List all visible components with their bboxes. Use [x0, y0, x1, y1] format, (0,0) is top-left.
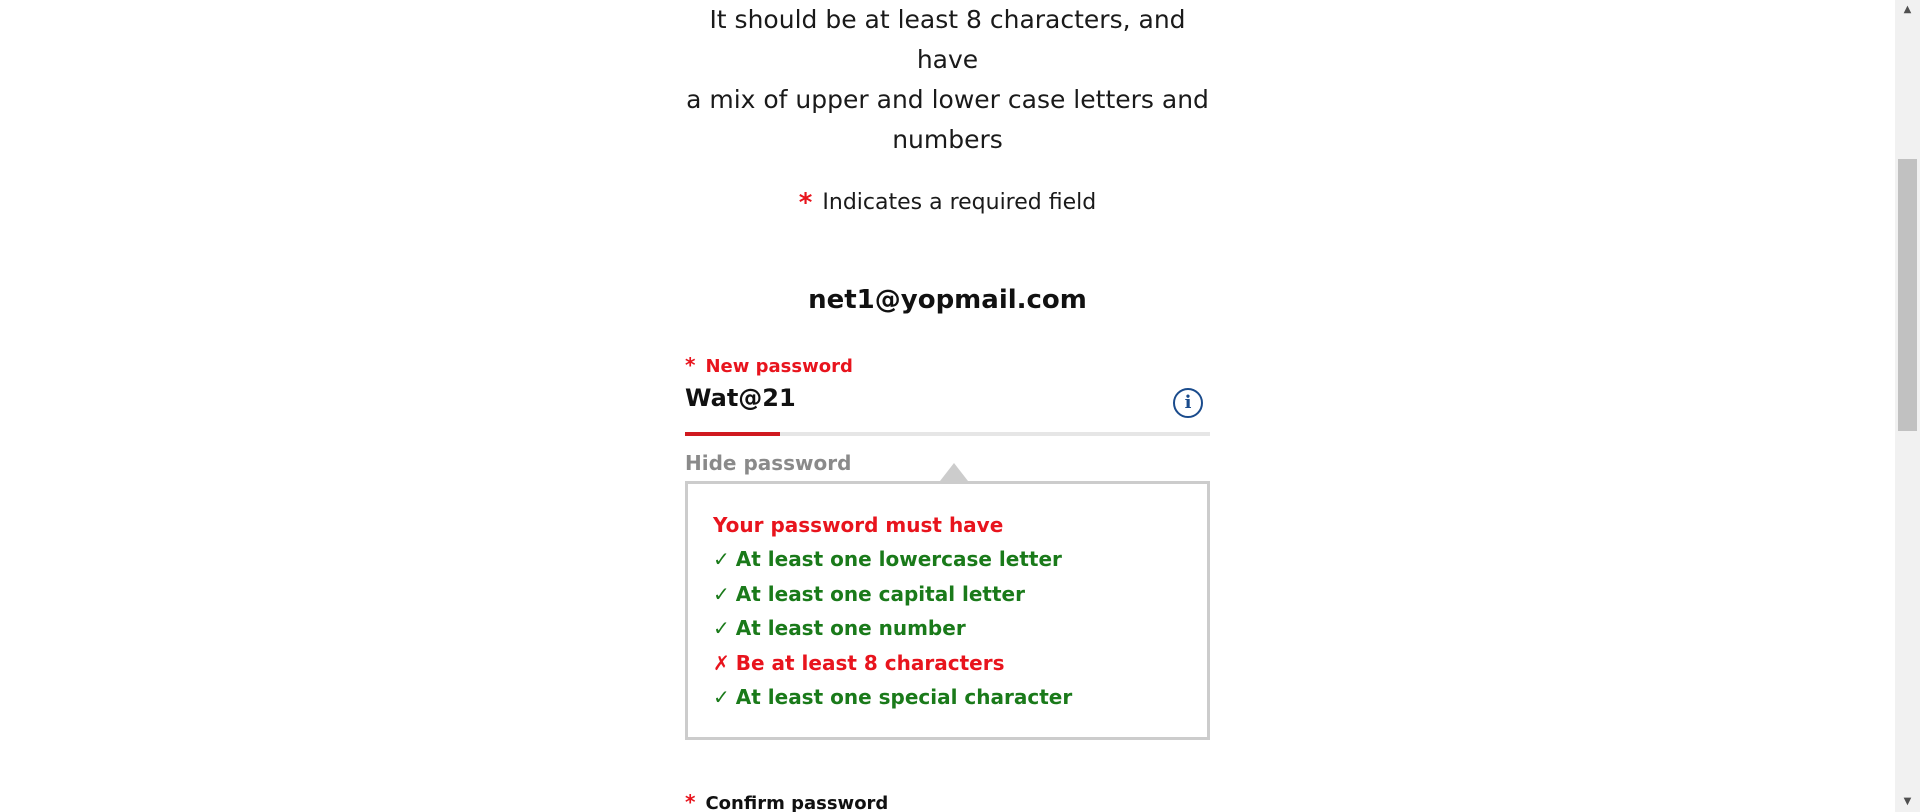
instructions-line-2: a mix of upper and lower case letters an… [686, 85, 1209, 114]
account-email: net1@yopmail.com [808, 285, 1087, 315]
rule-text: At least one special character [735, 685, 1073, 709]
check-icon: ✓ [713, 685, 730, 709]
check-icon: ✓ [713, 581, 730, 606]
rules-title: Your password must have [713, 513, 1004, 537]
rule-text: At least one number [735, 616, 966, 640]
new-password-label: * New password [685, 353, 853, 377]
password-strength-bar [685, 432, 780, 436]
required-asterisk: * [685, 353, 696, 377]
scroll-down-arrow-icon[interactable]: ▼ [1895, 792, 1920, 812]
required-asterisk: * [685, 790, 696, 812]
rule-text: Be at least 8 characters [735, 650, 1005, 675]
password-strength-track [685, 432, 1210, 436]
rule-item: ✓ At least one lowercase letter [713, 542, 1207, 577]
vertical-scrollbar[interactable]: ▲ ▼ [1895, 0, 1920, 812]
password-rules-popover: Your password must have ✓ At least one lo… [685, 481, 1210, 740]
tooltip-caret [940, 463, 968, 481]
instructions-line-3: numbers [892, 125, 1003, 154]
required-asterisk: * [798, 188, 813, 218]
rule-text: At least one capital letter [735, 581, 1025, 606]
info-icon[interactable]: i [1173, 388, 1203, 418]
cross-icon: ✗ [713, 650, 730, 675]
password-instructions: It should be at least 8 characters, and … [685, 0, 1210, 160]
rule-item: ✓ At least one special character [713, 680, 1207, 715]
required-note-text: Indicates a required field [822, 190, 1097, 215]
confirm-password-label: * Confirm password [685, 790, 888, 812]
scrollbar-thumb[interactable] [1898, 159, 1917, 431]
new-password-label-text: New password [705, 356, 853, 377]
rules-list: ✓ At least one lowercase letter ✓ At least … [713, 542, 1207, 715]
rule-text: At least one lowercase letter [735, 547, 1062, 571]
rule-item: ✓ At least one capital letter [713, 577, 1207, 612]
rule-item: ✗ Be at least 8 characters [713, 646, 1207, 681]
confirm-password-label-text: Confirm password [705, 793, 889, 812]
page: It should be at least 8 characters, and … [0, 0, 1920, 812]
required-field-note: * Indicates a required field [685, 188, 1210, 218]
new-password-input[interactable]: Wat@21 [685, 384, 796, 412]
check-icon: ✓ [713, 616, 730, 640]
rule-item: ✓ At least one number [713, 611, 1207, 646]
check-icon: ✓ [713, 547, 730, 571]
hide-password-toggle[interactable]: Hide password [685, 451, 851, 475]
scroll-up-arrow-icon[interactable]: ▲ [1895, 0, 1920, 20]
instructions-line-1: It should be at least 8 characters, and … [709, 5, 1186, 74]
